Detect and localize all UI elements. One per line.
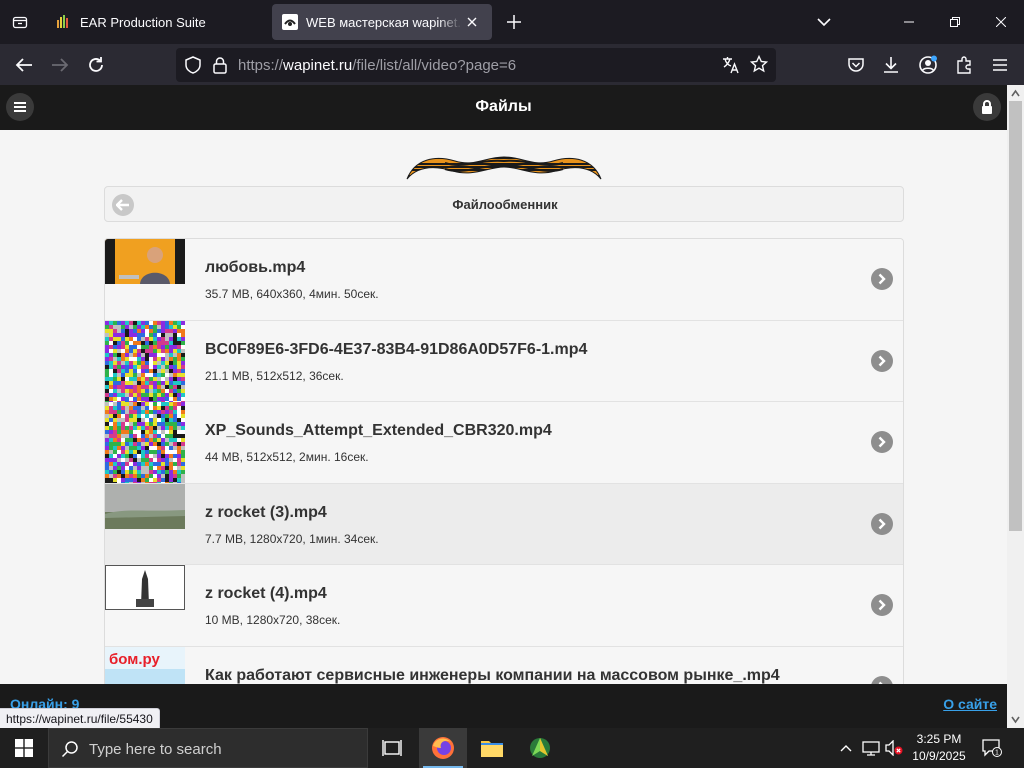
account-icon[interactable] [915, 52, 941, 78]
file-meta: 21.1 MB, 512x512, 36сек. [205, 368, 344, 383]
search-placeholder: Type here to search [89, 741, 222, 758]
reload-icon[interactable] [83, 52, 109, 78]
file-name[interactable]: XP_Sounds_Attempt_Extended_CBR320.mp4 [205, 422, 552, 440]
browser-tab-strip: EAR Production Suite WEB мастерская wapi… [0, 0, 1024, 44]
task-view-icon[interactable] [368, 728, 416, 768]
wapinet-favicon-icon [282, 14, 298, 30]
file-name[interactable]: BC0F89E6-3FD6-4E37-83B4-91D86A0D57F6-1.m… [205, 341, 587, 359]
lock-icon [982, 100, 992, 114]
search-icon [61, 741, 78, 758]
file-meta: 10 MB, 1280x720, 38сек. [205, 613, 341, 627]
tab-ear-production-suite[interactable]: EAR Production Suite [46, 4, 268, 40]
file-name[interactable]: z rocket (4).mp4 [205, 585, 327, 603]
site-header: Файлы [0, 85, 1007, 130]
windows-start-icon[interactable] [0, 728, 48, 768]
close-window-icon[interactable] [978, 0, 1024, 44]
new-tab-icon[interactable] [502, 10, 526, 34]
volume-muted-icon[interactable] [884, 738, 904, 758]
video-thumbnail [105, 402, 185, 483]
lock-icon[interactable] [212, 56, 228, 79]
file-list-item[interactable]: любовь.mp4 35.7 MB, 640x360, 4мин. 50сек… [105, 239, 903, 321]
url-text[interactable]: https://wapinet.ru/file/list/all/video?p… [238, 57, 516, 74]
status-url-tooltip: https://wapinet.ru/file/55430 [0, 708, 160, 729]
page-scrollbar[interactable] [1007, 85, 1024, 728]
chevron-right-icon[interactable] [871, 594, 893, 616]
tab-title: WEB мастерская wapinet.ru - С [306, 14, 462, 30]
video-thumbnail [105, 565, 185, 646]
file-name[interactable]: Как работают сервисные инженеры компании… [205, 667, 780, 685]
url-scheme: https:// [238, 57, 284, 74]
web-page: Файлы Файлообменник любовь.mp4 35.7 MB, … [0, 85, 1007, 684]
file-list: любовь.mp4 35.7 MB, 640x360, 4мин. 50сек… [104, 238, 904, 684]
file-list-item[interactable]: бом.ру Как работают сервисные инженеры к… [105, 646, 903, 685]
url-path: /file/list/all/video?page=6 [352, 57, 517, 74]
downloads-icon[interactable] [878, 52, 904, 78]
system-clock[interactable]: 3:25 PM 10/9/2025 [904, 731, 974, 765]
minimize-icon[interactable] [886, 0, 932, 44]
windows-taskbar: Type here to search 3:25 PM 10/9/2025 1 [0, 728, 1024, 768]
page-title: Файлы [475, 98, 532, 115]
tab-title: EAR Production Suite [80, 14, 206, 30]
translate-icon[interactable] [722, 56, 740, 79]
file-list-item[interactable]: BC0F89E6-3FD6-4E37-83B4-91D86A0D57F6-1.m… [105, 320, 903, 402]
show-hidden-icons-chevron-icon[interactable] [836, 738, 856, 758]
st-george-ribbon-logo [406, 156, 602, 180]
extensions-icon[interactable] [951, 52, 977, 78]
file-list-item[interactable]: z rocket (3).mp4 7.7 MB, 1280x720, 1мин.… [105, 483, 903, 565]
chevron-right-icon[interactable] [871, 268, 893, 290]
close-tab-icon[interactable] [462, 12, 482, 32]
tab-wapinet[interactable]: WEB мастерская wapinet.ru - С [272, 4, 492, 40]
thumbnail-logo-text: бом.ру [109, 651, 160, 668]
scrollbar-thumb[interactable] [1009, 101, 1022, 531]
address-bar[interactable]: https://wapinet.ru/file/list/all/video?p… [176, 48, 776, 82]
video-thumbnail: бом.ру [105, 646, 185, 684]
pocket-icon[interactable] [843, 52, 869, 78]
clock-time: 3:25 PM [916, 732, 962, 746]
notification-count: 1 [995, 750, 999, 757]
browser-nav-bar: https://wapinet.ru/file/list/all/video?p… [0, 44, 1024, 85]
url-host: wapinet.ru [283, 57, 353, 74]
hamburger-menu-icon[interactable] [987, 52, 1013, 78]
list-all-tabs-icon[interactable] [812, 10, 836, 34]
chevron-right-icon[interactable] [871, 512, 893, 535]
breadcrumb: Файлообменник [104, 186, 904, 222]
video-thumbnail [105, 320, 185, 402]
file-list-item[interactable]: XP_Sounds_Attempt_Extended_CBR320.mp4 44… [105, 402, 903, 484]
bookmark-star-icon[interactable] [749, 54, 769, 78]
chevron-right-icon[interactable] [871, 349, 893, 372]
tracking-protection-shield-icon[interactable] [184, 56, 202, 79]
file-meta: 7.7 MB, 1280x720, 1мин. 34сек. [205, 531, 379, 546]
reaper-app-icon[interactable] [516, 728, 564, 768]
file-name[interactable]: z rocket (3).mp4 [205, 504, 327, 522]
restore-icon[interactable] [932, 0, 978, 44]
ear-suite-favicon-icon [57, 15, 68, 28]
file-name[interactable]: любовь.mp4 [205, 259, 305, 277]
file-meta: 44 MB, 512x512, 2мин. 16сек. [205, 450, 369, 464]
file-explorer-icon[interactable] [468, 728, 516, 768]
network-icon[interactable] [861, 738, 881, 758]
about-link[interactable]: О сайте [943, 696, 997, 712]
back-arrow-icon[interactable] [11, 52, 37, 78]
firefox-taskbar-icon[interactable] [419, 728, 467, 768]
video-thumbnail [105, 483, 185, 565]
login-button[interactable] [973, 93, 1001, 121]
clock-date: 10/9/2025 [912, 749, 966, 763]
scroll-down-icon[interactable] [1011, 715, 1020, 724]
chevron-right-icon[interactable] [871, 675, 893, 684]
scroll-up-icon[interactable] [1011, 89, 1020, 98]
taskbar-search-input[interactable]: Type here to search [48, 728, 368, 768]
breadcrumb-label: Файлообменник [452, 197, 558, 212]
file-list-item[interactable]: z rocket (4).mp4 10 MB, 1280x720, 38сек. [105, 565, 903, 647]
file-meta: 35.7 MB, 640x360, 4мин. 50сек. [205, 287, 379, 301]
chevron-right-icon[interactable] [871, 431, 893, 453]
video-thumbnail [105, 239, 185, 320]
tab-overview-icon[interactable] [0, 0, 40, 44]
notifications-icon[interactable]: 1 [982, 738, 1002, 758]
forward-arrow-icon[interactable] [47, 52, 73, 78]
